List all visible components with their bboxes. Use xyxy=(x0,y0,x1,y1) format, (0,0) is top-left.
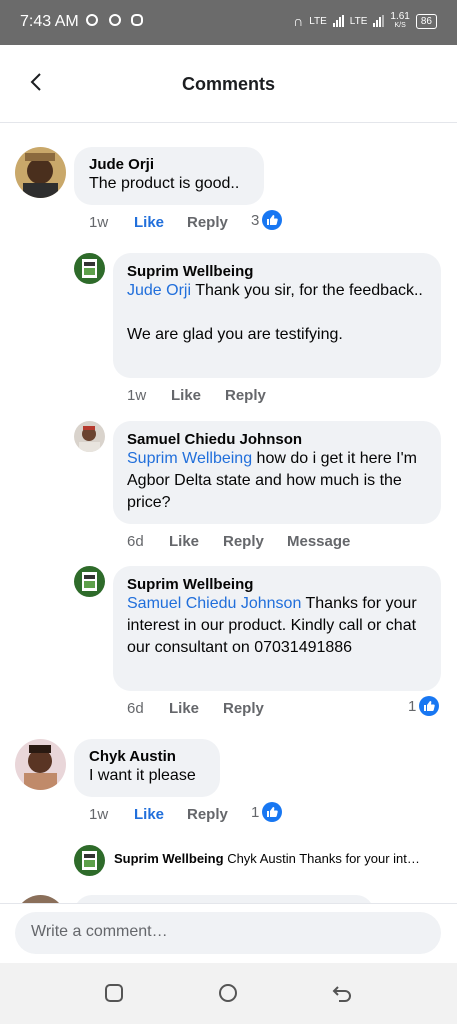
comment-author[interactable]: Chyk Austin xyxy=(89,748,205,765)
reply-bubble: Samuel Chiedu Johnson Suprim Wellbeing h… xyxy=(113,421,441,524)
comment-bubble: Chyk Austin I want it please xyxy=(74,739,220,797)
comment-text: Jude Orji Thank you sir, for the feedbac… xyxy=(127,282,423,343)
status-time: 7:43 AM xyxy=(20,13,79,30)
thumbs-up-icon xyxy=(262,802,283,822)
avatar[interactable] xyxy=(74,566,105,597)
network-label: LTE xyxy=(309,15,327,27)
reply-button[interactable]: Reply xyxy=(223,533,264,550)
avatar[interactable] xyxy=(74,253,105,284)
comment-bubble: Jude Orji The product is good.. xyxy=(74,147,264,205)
status-indicators: ∩ LTE LTE 1.61 K/S 86 xyxy=(293,12,437,30)
comment-author[interactable]: Suprim Wellbeing xyxy=(127,263,427,280)
notification-icon xyxy=(86,14,98,26)
thumbs-up-icon xyxy=(419,696,440,716)
comment-time: 6d xyxy=(127,533,144,550)
message-button[interactable]: Message xyxy=(287,533,350,550)
like-button[interactable]: Like xyxy=(169,533,199,550)
comment-time: 1w xyxy=(89,214,109,231)
avatar[interactable] xyxy=(74,845,105,876)
reaction-count[interactable]: 1 xyxy=(251,802,283,822)
thumbs-up-icon xyxy=(262,210,283,230)
comment-time: 6d xyxy=(127,700,144,717)
comment-text: Samuel Chiedu Johnson Thanks for your in… xyxy=(127,595,417,656)
reaction-count[interactable]: 1 xyxy=(408,696,440,716)
signal-icon xyxy=(373,15,385,27)
data-speed: 1.61 K/S xyxy=(390,11,410,30)
reply-button[interactable]: Reply xyxy=(225,387,266,404)
reply-preview-text: Chyk Austin Thanks for your int… xyxy=(227,851,420,866)
comments-header: Comments xyxy=(0,45,457,123)
avatar[interactable] xyxy=(15,739,66,790)
mention-link[interactable]: Jude Orji xyxy=(127,282,191,299)
like-button[interactable]: Like xyxy=(171,387,201,404)
comment-author[interactable]: Samuel Chiedu Johnson xyxy=(127,431,427,448)
comment-author: Suprim Wellbeing xyxy=(114,851,224,866)
recent-apps-icon[interactable] xyxy=(104,983,124,1003)
comment-time: 1w xyxy=(89,806,109,823)
comment-input[interactable]: Write a comment… xyxy=(15,912,441,954)
signal-icon xyxy=(332,15,344,27)
comment-text: The product is good.. xyxy=(89,175,240,192)
reply-button[interactable]: Reply xyxy=(187,806,228,823)
comment-author[interactable]: Jude Orji xyxy=(89,156,249,173)
reply-bubble: Suprim Wellbeing Jude Orji Thank you sir… xyxy=(113,253,441,378)
reply-button[interactable]: Reply xyxy=(223,700,264,717)
like-button[interactable]: Like xyxy=(134,214,164,231)
mention-link[interactable]: Samuel Chiedu Johnson xyxy=(127,595,301,612)
network-label: LTE xyxy=(349,15,368,27)
avatar[interactable] xyxy=(74,421,105,452)
comment-text: I want it please xyxy=(89,767,196,784)
reply-button[interactable]: Reply xyxy=(187,214,228,231)
comment-author[interactable]: Suprim Wellbeing xyxy=(127,576,427,593)
notification-icon xyxy=(109,14,121,26)
back-icon[interactable] xyxy=(332,983,352,1003)
reply-preview[interactable]: Suprim Wellbeing Chyk Austin Thanks for … xyxy=(114,851,420,866)
headset-icon: ∩ xyxy=(293,13,304,29)
page-title: Comments xyxy=(181,74,275,94)
avatar[interactable] xyxy=(15,147,66,198)
like-button[interactable]: Like xyxy=(134,806,164,823)
notification-icon xyxy=(131,14,143,26)
like-button[interactable]: Like xyxy=(169,700,199,717)
mention-link[interactable]: Suprim Wellbeing xyxy=(127,450,252,467)
comment-composer-bar: Write a comment… xyxy=(0,903,457,964)
reaction-count[interactable]: 3 xyxy=(251,210,283,230)
status-bar: 7:43 AM ∩ LTE LTE 1.61 K/S 86 xyxy=(0,0,457,45)
reply-bubble: Suprim Wellbeing Samuel Chiedu Johnson T… xyxy=(113,566,441,691)
comment-text: Suprim Wellbeing how do i get it here I'… xyxy=(127,450,418,511)
home-icon[interactable] xyxy=(218,983,238,1003)
system-nav-bar xyxy=(0,963,457,1024)
battery-indicator: 86 xyxy=(415,13,437,29)
comment-time: 1w xyxy=(127,387,147,404)
